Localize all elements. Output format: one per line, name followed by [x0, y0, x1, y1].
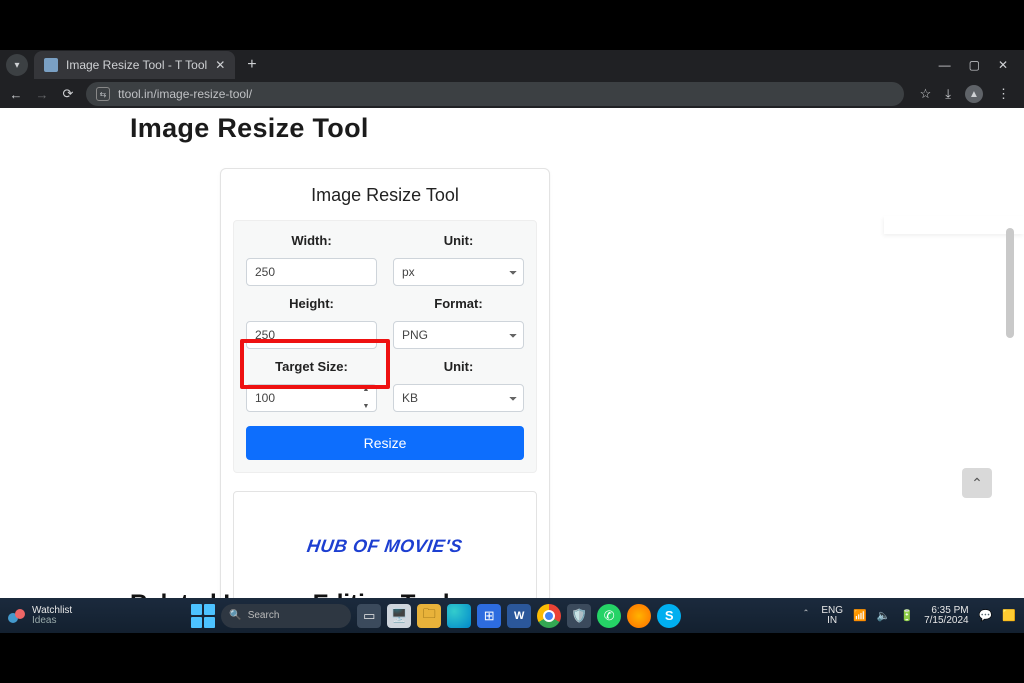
tray-extra-icon[interactable]: 🟨 [1002, 609, 1016, 622]
url-text: ttool.in/image-resize-tool/ [118, 87, 252, 101]
resize-tool-card: Image Resize Tool Width: Unit: px Height… [220, 168, 550, 598]
page-viewport: Image Resize Tool Image Resize Tool Widt… [0, 108, 1024, 598]
address-bar[interactable]: ⇆ ttool.in/image-resize-tool/ [86, 82, 904, 106]
taskbar-app-2[interactable]: 🛡️ [567, 604, 591, 628]
scrollbar-thumb[interactable] [1006, 228, 1014, 338]
image-preview: HUB OF MOVIE'S [233, 491, 537, 598]
search-placeholder: Search [248, 610, 280, 621]
resize-button[interactable]: Resize [246, 426, 524, 460]
height-input[interactable] [246, 321, 377, 349]
widgets-icon [8, 607, 26, 625]
target-size-input[interactable] [246, 384, 377, 412]
site-info-icon[interactable]: ⇆ [96, 87, 110, 101]
profile-avatar[interactable]: ▲ [965, 85, 983, 103]
number-spinner[interactable]: ▲▼ [359, 386, 373, 410]
height-label: Height: [246, 296, 377, 311]
widget-subtitle: Ideas [32, 616, 72, 626]
format-select[interactable]: PNG [393, 321, 524, 349]
target-size-label: Target Size: [246, 359, 377, 374]
whatsapp-icon[interactable]: ✆ [597, 604, 621, 628]
edge-icon[interactable] [447, 604, 471, 628]
chrome-icon[interactable] [537, 604, 561, 628]
tab-bar: ▾ Image Resize Tool - T Tool ✕ + — ▢ ✕ [0, 50, 1024, 80]
close-window-button[interactable]: ✕ [998, 58, 1008, 72]
taskbar-search[interactable]: 🔍 Search [221, 604, 351, 628]
taskbar-center: 🔍 Search ▭ 🖥️ 🗀 ⊞ W 🛡️ ✆ S [72, 604, 800, 628]
tab-title: Image Resize Tool - T Tool [66, 58, 207, 72]
word-icon[interactable]: W [507, 604, 531, 628]
file-explorer-icon[interactable]: 🗀 [417, 604, 441, 628]
taskbar-app-1[interactable]: 🖥️ [387, 604, 411, 628]
maximize-button[interactable]: ▢ [969, 58, 980, 72]
tab-close-icon[interactable]: ✕ [215, 58, 225, 72]
favicon [44, 58, 58, 72]
widget-title: Watchlist [32, 606, 72, 616]
battery-icon[interactable]: 🔋 [900, 609, 914, 622]
firefox-icon[interactable] [627, 604, 651, 628]
address-bar-row: ← → ⟳ ⇆ ttool.in/image-resize-tool/ ☆ ⤓ … [0, 80, 1024, 108]
related-tools-heading: Related Images Editing Tool [130, 590, 550, 598]
skype-icon[interactable]: S [657, 604, 681, 628]
taskbar-widgets[interactable]: Watchlist Ideas [8, 606, 72, 626]
start-button[interactable] [191, 604, 215, 628]
taskbar: Watchlist Ideas 🔍 Search ▭ 🖥️ 🗀 ⊞ W 🛡️ ✆… [0, 598, 1024, 633]
format-label: Format: [393, 296, 524, 311]
page-title: Image Resize Tool [130, 113, 900, 144]
window-controls: — ▢ ✕ [939, 58, 1018, 72]
bookmark-icon[interactable]: ☆ [920, 86, 932, 102]
language-indicator[interactable]: ENG IN [821, 606, 843, 626]
scroll-to-top-button[interactable]: ⌃ [962, 468, 992, 498]
minimize-button[interactable]: — [939, 58, 951, 72]
task-view-icon[interactable]: ▭ [357, 604, 381, 628]
letterbox-bottom [0, 633, 1024, 683]
clock[interactable]: 6:35 PM 7/15/2024 [924, 606, 969, 626]
card-title: Image Resize Tool [233, 185, 537, 206]
resize-form: Width: Unit: px Height: Format: PNG Targ… [233, 220, 537, 473]
forward-button[interactable]: → [34, 87, 50, 102]
tab-search-button[interactable]: ▾ [6, 54, 28, 76]
sidebar-widget [884, 216, 1024, 234]
browser-chrome: ▾ Image Resize Tool - T Tool ✕ + — ▢ ✕ ←… [0, 50, 1024, 108]
new-tab-button[interactable]: + [241, 56, 262, 74]
system-tray: ＾ ENG IN 📶 🔈 🔋 6:35 PM 7/15/2024 💬 🟨 [800, 606, 1016, 626]
volume-icon[interactable]: 🔈 [877, 609, 891, 622]
notifications-icon[interactable]: 💬 [979, 609, 993, 622]
width-label: Width: [246, 233, 377, 248]
width-input[interactable] [246, 258, 377, 286]
store-icon[interactable]: ⊞ [477, 604, 501, 628]
back-button[interactable]: ← [8, 87, 24, 102]
unit2-label: Unit: [393, 359, 524, 374]
menu-icon[interactable]: ⋮ [997, 86, 1010, 102]
unit1-select[interactable]: px [393, 258, 524, 286]
letterbox-top [0, 0, 1024, 50]
unit2-select[interactable]: KB [393, 384, 524, 412]
tray-chevron-icon[interactable]: ＾ [800, 608, 811, 624]
reload-button[interactable]: ⟳ [60, 86, 76, 102]
preview-text: HUB OF MOVIE'S [306, 536, 464, 557]
wifi-icon[interactable]: 📶 [853, 609, 867, 622]
search-icon: 🔍 [229, 610, 241, 621]
browser-tab[interactable]: Image Resize Tool - T Tool ✕ [34, 51, 235, 79]
unit1-label: Unit: [393, 233, 524, 248]
download-icon[interactable]: ⤓ [945, 86, 951, 102]
